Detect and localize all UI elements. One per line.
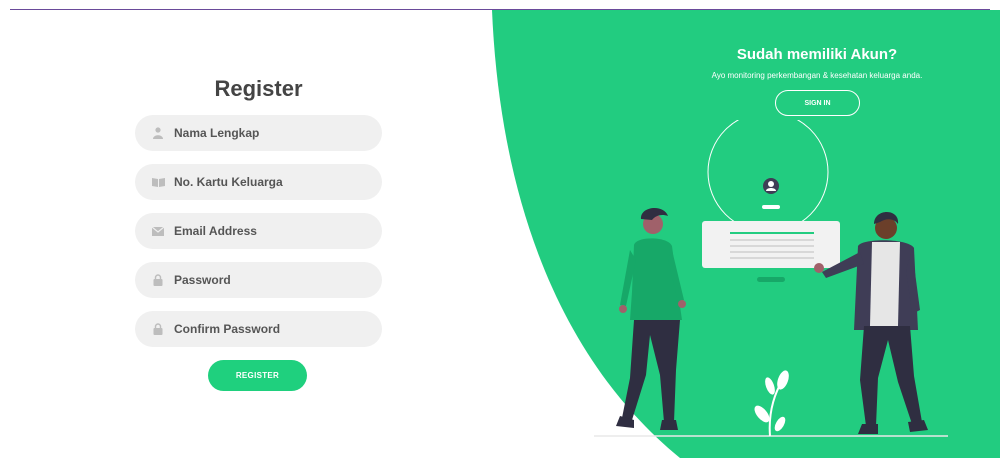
register-form: Register REGISTER [0,0,520,458]
lock-icon [151,322,165,336]
register-button[interactable]: REGISTER [208,360,307,391]
signin-heading: Sudah memiliki Akun? [736,46,898,63]
page-title: Register [214,76,303,101]
password-input[interactable] [174,273,382,287]
confirm-password-field[interactable] [135,311,382,347]
lock-icon [151,273,165,287]
user-icon [151,126,165,140]
family-card-input[interactable] [174,175,382,189]
email-input[interactable] [174,224,382,238]
signin-subtitle: Ayo monitoring perkembangan & kesehatan … [711,71,923,80]
book-icon [151,175,165,189]
full-name-field[interactable] [135,115,382,151]
email-field[interactable] [135,213,382,249]
people-monitor-illustration [594,120,948,437]
full-name-input[interactable] [174,126,382,140]
confirm-password-input[interactable] [174,322,382,336]
family-card-field[interactable] [135,164,382,200]
sign-in-button[interactable]: SIGN IN [775,90,860,116]
password-field[interactable] [135,262,382,298]
envelope-icon [151,224,165,238]
